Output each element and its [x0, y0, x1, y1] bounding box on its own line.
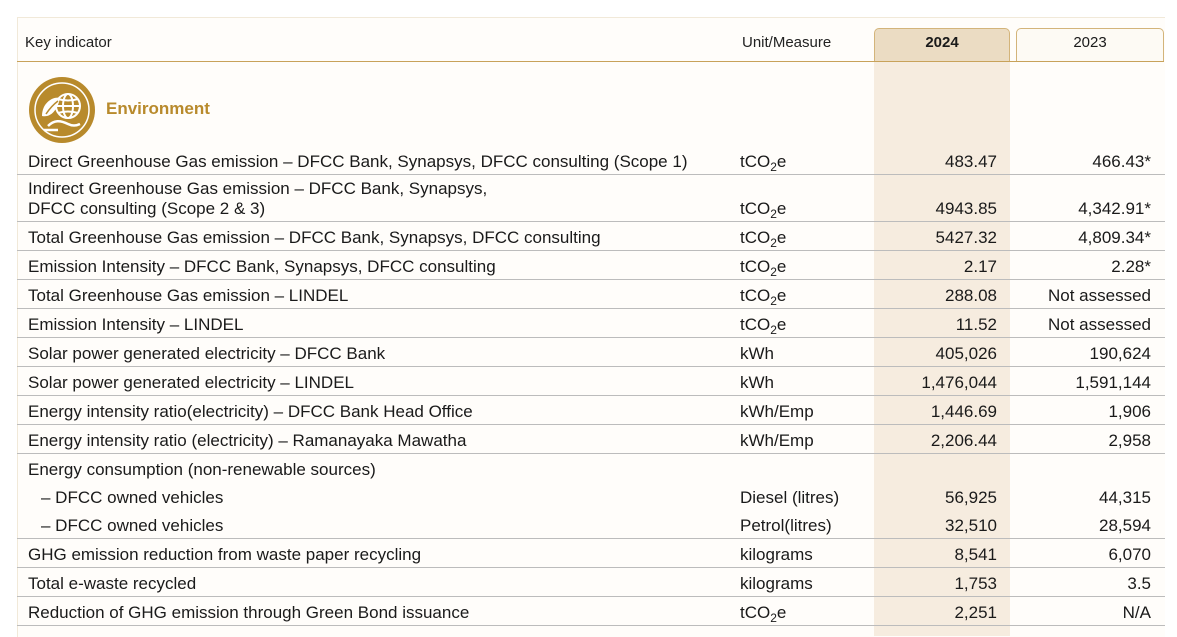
table-row: Reduction of GHG emission through Green … — [17, 597, 1165, 626]
row-value-2024: 2,251 — [954, 603, 997, 622]
table-header: Key indicator Unit/Measure 2024 2023 — [17, 28, 1164, 62]
row-unit: tCO2e — [740, 199, 787, 221]
table-row: Emission Intensity – DFCC Bank, Synapsys… — [17, 251, 1165, 280]
row-indicator: Energy intensity ratio(electricity) – DF… — [28, 402, 473, 421]
row-value-2023: 4,809.34* — [1078, 228, 1151, 247]
row-value-2023: 1,591,144 — [1075, 373, 1151, 392]
table-row: Solar power generated electricity – DFCC… — [17, 338, 1165, 367]
table-row: Energy intensity ratio (electricity) – R… — [17, 425, 1165, 454]
section-title-environment: Environment — [106, 99, 210, 118]
row-indicator: Energy consumption (non-renewable source… — [28, 460, 376, 479]
row-indicator: Total e-waste recycled — [28, 574, 197, 593]
row-unit: tCO2e — [740, 603, 787, 625]
indicator-table-body: Direct Greenhouse Gas emission – DFCC Ba… — [17, 146, 1165, 626]
row-indicator: Total Greenhouse Gas emission – DFCC Ban… — [28, 228, 601, 247]
row-unit: kWh — [740, 344, 774, 363]
row-value-2023: 3.5 — [1127, 574, 1151, 593]
row-indicator: – DFCC owned vehicles — [41, 488, 224, 507]
row-value-2024: 483.47 — [945, 152, 997, 171]
tab-year-2024[interactable]: 2024 — [874, 28, 1010, 61]
row-unit: tCO2e — [740, 152, 787, 174]
row-unit: tCO2e — [740, 315, 787, 337]
row-unit: Petrol(litres) — [740, 516, 832, 535]
row-value-2023: 6,070 — [1108, 545, 1151, 564]
row-indicator: – DFCC owned vehicles — [41, 516, 224, 535]
row-indicator: GHG emission reduction from waste paper … — [28, 545, 422, 564]
row-value-2024: 1,476,044 — [921, 373, 997, 392]
row-indicator: Solar power generated electricity – DFCC… — [28, 344, 386, 363]
row-indicator: Direct Greenhouse Gas emission – DFCC Ba… — [28, 152, 688, 171]
row-value-2024: 56,925 — [945, 488, 997, 507]
row-unit: tCO2e — [740, 257, 787, 279]
header-key-indicator: Key indicator — [25, 34, 112, 51]
row-unit: kilograms — [740, 574, 813, 593]
table-row: Energy intensity ratio(electricity) – DF… — [17, 396, 1165, 425]
row-indicator: Energy intensity ratio (electricity) – R… — [28, 431, 467, 450]
row-value-2024: 11.52 — [955, 315, 997, 334]
row-value-2023: 2.28* — [1111, 257, 1151, 276]
table-row: Total e-waste recycled kilograms 1,753 3.5 — [17, 568, 1165, 597]
row-indicator: Solar power generated electricity – LIND… — [28, 373, 354, 392]
row-unit: Diesel (litres) — [740, 488, 840, 507]
row-value-2024: 5427.32 — [935, 228, 997, 247]
row-value-2023: 1,906 — [1108, 402, 1151, 421]
table-row: – DFCC owned vehicles Petrol(litres) 32,51… — [17, 510, 1165, 539]
table-row: Emission Intensity – LINDEL tCO2e 11.52 Not… — [17, 309, 1165, 338]
row-value-2024: 288.08 — [945, 286, 997, 305]
row-value-2024: 2.17 — [963, 257, 997, 276]
row-value-2024: 4943.85 — [935, 199, 997, 218]
row-indicator: Indirect Greenhouse Gas emission – DFCC … — [28, 179, 488, 218]
header-unit-measure: Unit/Measure — [742, 34, 832, 51]
row-value-2024: 1,753 — [954, 574, 997, 593]
row-value-2023: N/A — [1122, 603, 1151, 622]
row-value-2023: 2,958 — [1108, 431, 1151, 450]
table-row: GHG emission reduction from waste paper … — [17, 539, 1165, 568]
row-value-2023: 28,594 — [1099, 516, 1151, 535]
row-unit: kWh/Emp — [740, 402, 814, 421]
row-value-2023: 190,624 — [1089, 344, 1151, 363]
row-unit: kWh — [740, 373, 774, 392]
table-row: Direct Greenhouse Gas emission – DFCC Ba… — [17, 146, 1165, 175]
row-unit: tCO2e — [740, 228, 787, 250]
table-row: Energy consumption (non-renewable source… — [17, 454, 1165, 482]
row-value-2024: 2,206.44 — [930, 431, 997, 450]
row-value-2024: 32,510 — [945, 516, 997, 535]
row-value-2023: 44,315 — [1099, 488, 1151, 507]
row-unit: kWh/Emp — [740, 431, 814, 450]
table-row: Total Greenhouse Gas emission – LINDEL tC… — [17, 280, 1165, 309]
row-unit: kilograms — [740, 545, 813, 564]
row-value-2024: 405,026 — [935, 344, 997, 363]
row-indicator: Emission Intensity – LINDEL — [28, 315, 244, 334]
row-value-2023: 466.43* — [1092, 152, 1151, 171]
table-row: Indirect Greenhouse Gas emission – DFCC … — [17, 175, 1165, 222]
table-row: – DFCC owned vehicles Diesel (litres) 56,9… — [17, 482, 1165, 510]
row-value-2023: 4,342.91* — [1078, 199, 1151, 218]
table-row: Total Greenhouse Gas emission – DFCC Ban… — [17, 222, 1165, 251]
row-value-2024: 1,446.69 — [930, 402, 997, 421]
row-indicator: Reduction of GHG emission through Green … — [28, 603, 470, 622]
row-indicator: Emission Intensity – DFCC Bank, Synapsys… — [28, 257, 496, 276]
leaf-globe-icon — [29, 77, 95, 143]
row-value-2024: 8,541 — [954, 545, 997, 564]
row-indicator: Total Greenhouse Gas emission – LINDEL — [28, 286, 349, 305]
row-unit: tCO2e — [740, 286, 787, 308]
tab-year-2023[interactable]: 2023 — [1016, 28, 1164, 61]
row-value-2023: Not assessed — [1048, 315, 1151, 334]
table-row: Solar power generated electricity – LIND… — [17, 367, 1165, 396]
row-value-2023: Not assessed — [1048, 286, 1151, 305]
